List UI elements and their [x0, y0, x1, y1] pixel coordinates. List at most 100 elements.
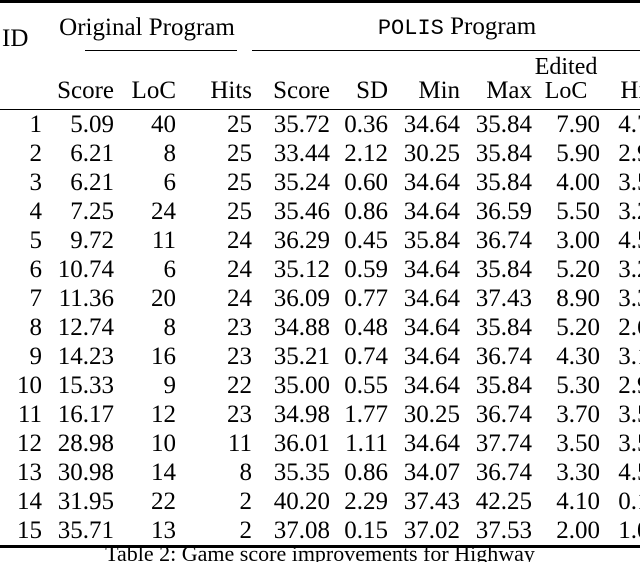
cell-polis_max: 35.84 [475, 111, 532, 138]
cell-orig_hits: 2 [239, 488, 253, 515]
cell-orig_hits: 23 [227, 343, 252, 370]
table-row: 12 28.98 10 11 36.01 1.11 34.64 37.74 3.50 3.50 [0, 429, 640, 458]
cell-polis_score: 35.46 [273, 198, 330, 225]
cell-orig_hits: 25 [227, 140, 252, 167]
cell-polis_sd: 1.11 [345, 430, 388, 457]
cell-orig_hits: 24 [227, 227, 252, 254]
cell-orig_score: 14.23 [57, 343, 114, 370]
table-row: 1 5.09 40 25 35.72 0.36 34.64 35.84 7.90 4.70 [0, 110, 640, 139]
cell-orig_loc: 9 [163, 372, 177, 399]
column-header-orig-loc: LoC [131, 77, 176, 104]
cell-polis_sd: 0.36 [344, 111, 388, 138]
cell-orig_hits: 8 [239, 459, 253, 486]
cell-polis_max: 36.74 [475, 343, 532, 370]
cell-polis_max: 37.43 [475, 285, 532, 312]
cell-id: 11 [17, 401, 42, 428]
cell-polis_edited_loc: 5.50 [556, 198, 600, 225]
cell-polis_min: 30.25 [403, 140, 460, 167]
results-table: ID Original Program POLIS Program Score … [0, 3, 640, 109]
cell-orig_loc: 8 [163, 314, 177, 341]
cell-polis_hits: 2.60 [618, 314, 640, 341]
cell-orig_loc: 6 [163, 256, 177, 283]
cell-polis_hits: 0.10 [618, 488, 640, 515]
cell-orig_loc: 6 [163, 169, 177, 196]
cell-id: 7 [29, 285, 43, 312]
cell-orig_hits: 25 [227, 198, 252, 225]
polis-label: POLIS [377, 16, 444, 41]
cell-polis_score: 34.88 [273, 314, 330, 341]
cell-polis_max: 37.74 [475, 430, 532, 457]
cell-polis_edited_loc: 5.20 [556, 314, 600, 341]
cell-polis_max: 42.25 [475, 488, 532, 515]
cell-polis_min: 34.64 [403, 314, 460, 341]
cell-orig_score: 11.36 [58, 285, 114, 312]
cell-polis_max: 35.84 [475, 169, 532, 196]
cell-polis_score: 35.21 [273, 343, 330, 370]
cmidrule-original [85, 49, 237, 51]
cell-polis_score: 35.24 [273, 169, 330, 196]
group-header-original-program: Original Program [59, 14, 235, 41]
cell-orig_hits: 24 [227, 285, 252, 312]
cell-orig_score: 6.21 [70, 140, 114, 167]
cell-polis_max: 35.84 [475, 256, 532, 283]
cell-orig_hits: 22 [227, 372, 252, 399]
cell-orig_loc: 24 [151, 198, 176, 225]
cell-polis_hits: 3.10 [618, 343, 640, 370]
column-header-row: Score LoC Hits Score SD Min Max Edited Lo… [0, 55, 640, 109]
cell-polis_score: 33.44 [273, 140, 330, 167]
cell-orig_hits: 25 [227, 169, 252, 196]
cell-polis_hits: 3.20 [618, 198, 640, 225]
cell-orig_score: 12.74 [57, 314, 114, 341]
cell-orig_hits: 23 [227, 401, 252, 428]
cell-polis_score: 35.00 [273, 372, 330, 399]
cell-id: 12 [17, 430, 42, 457]
cell-polis_hits: 4.50 [618, 227, 640, 254]
table-row: 6 10.74 6 24 35.12 0.59 34.64 35.84 5.20 3.20 [0, 255, 640, 284]
cell-orig_score: 7.25 [70, 198, 114, 225]
cell-polis_edited_loc: 4.10 [556, 488, 600, 515]
column-header-polis-sd: SD [356, 77, 389, 104]
cell-polis_sd: 0.59 [344, 256, 388, 283]
table-row: 13 30.98 14 8 35.35 0.86 34.07 36.74 3.30 4.50 [0, 458, 640, 487]
cell-polis_hits: 4.50 [618, 459, 640, 486]
table-row: 1431.9522240.202.2937.4342.254.100.10 [0, 487, 640, 516]
program-label: Program [450, 13, 537, 40]
cell-polis_score: 36.09 [273, 285, 330, 312]
cell-orig_hits: 23 [227, 314, 252, 341]
cell-orig_hits: 11 [227, 430, 252, 457]
column-header-polis-max: Max [486, 77, 533, 104]
cell-polis_sd: 1.77 [344, 401, 388, 428]
column-header-polis-score: Score [273, 77, 331, 104]
cell-polis_edited_loc: 4.00 [556, 169, 600, 196]
cell-orig_loc: 8 [163, 140, 177, 167]
cell-orig_loc: 22 [151, 488, 176, 515]
column-header-id: ID [2, 25, 29, 52]
cell-id: 4 [29, 198, 43, 225]
cell-polis_hits: 4.70 [618, 111, 640, 138]
cell-polis_max: 36.74 [475, 227, 532, 254]
cell-polis_score: 35.35 [273, 459, 330, 486]
cell-polis_edited_loc: 5.20 [556, 256, 600, 283]
cell-polis_sd: 0.86 [344, 198, 388, 225]
cell-orig_loc: 10 [151, 430, 176, 457]
cell-polis_hits: 2.90 [618, 140, 640, 167]
cell-polis_hits: 3.50 [618, 430, 640, 457]
column-header-orig-score: Score [57, 77, 114, 104]
cell-polis_max: 35.84 [475, 314, 532, 341]
group-header-row: ID Original Program POLIS Program [0, 3, 640, 51]
cell-polis_min: 35.84 [403, 227, 460, 254]
cell-polis_sd: 0.55 [344, 372, 388, 399]
table-caption: Table 2: Game score improvements for Hig… [105, 541, 535, 562]
cell-polis_edited_loc: 8.90 [556, 285, 600, 312]
cell-polis_hits: 2.90 [618, 372, 640, 399]
table-body: 15.09402535.720.3634.6435.847.904.7026.2… [0, 110, 640, 545]
table-container: ID Original Program POLIS Program Score … [0, 0, 640, 548]
cell-orig_hits: 24 [227, 256, 252, 283]
cell-orig_hits: 25 [227, 111, 252, 138]
cell-polis_score: 35.72 [273, 111, 330, 138]
cell-polis_score: 35.12 [273, 256, 330, 283]
column-header-spacer [0, 55, 42, 109]
cell-polis_min: 34.64 [403, 372, 460, 399]
cell-id: 3 [29, 169, 43, 196]
cell-id: 5 [29, 227, 43, 254]
